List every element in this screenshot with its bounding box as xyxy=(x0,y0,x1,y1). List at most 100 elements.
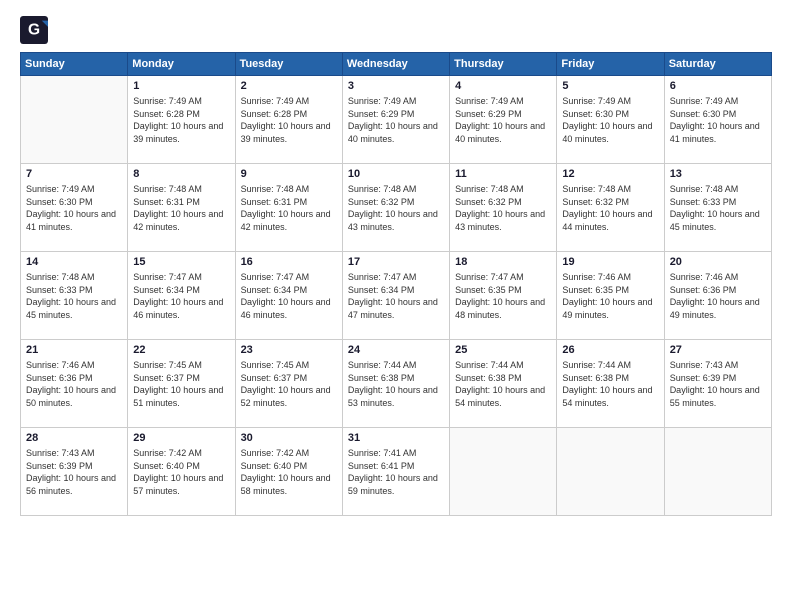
week-row-2: 7Sunrise: 7:49 AMSunset: 6:30 PMDaylight… xyxy=(21,164,772,252)
day-number: 15 xyxy=(133,256,229,268)
day-info: Sunrise: 7:49 AMSunset: 6:28 PMDaylight:… xyxy=(241,95,337,145)
day-number: 6 xyxy=(670,80,766,92)
day-number: 11 xyxy=(455,168,551,180)
calendar-cell: 14 Sunrise: 7:48 AMSunset: 6:33 PMDayligh… xyxy=(21,252,128,340)
day-number: 5 xyxy=(562,80,658,92)
day-info: Sunrise: 7:47 AMSunset: 6:35 PMDaylight:… xyxy=(455,271,551,321)
day-number: 8 xyxy=(133,168,229,180)
weekday-header-sunday: Sunday xyxy=(21,53,128,76)
day-number: 4 xyxy=(455,80,551,92)
day-number: 29 xyxy=(133,432,229,444)
day-number: 31 xyxy=(348,432,444,444)
day-info: Sunrise: 7:43 AMSunset: 6:39 PMDaylight:… xyxy=(670,359,766,409)
day-number: 9 xyxy=(241,168,337,180)
calendar-cell: 6 Sunrise: 7:49 AMSunset: 6:30 PMDaylight… xyxy=(664,76,771,164)
day-info: Sunrise: 7:48 AMSunset: 6:33 PMDaylight:… xyxy=(26,271,122,321)
calendar-page: G SundayMondayTuesdayWednesdayThursdayFr… xyxy=(0,0,792,612)
day-info: Sunrise: 7:41 AMSunset: 6:41 PMDaylight:… xyxy=(348,447,444,497)
svg-text:G: G xyxy=(28,22,40,39)
calendar-cell xyxy=(664,428,771,516)
calendar-cell: 29 Sunrise: 7:42 AMSunset: 6:40 PMDayligh… xyxy=(128,428,235,516)
day-info: Sunrise: 7:47 AMSunset: 6:34 PMDaylight:… xyxy=(133,271,229,321)
day-number: 20 xyxy=(670,256,766,268)
calendar-cell: 22 Sunrise: 7:45 AMSunset: 6:37 PMDayligh… xyxy=(128,340,235,428)
calendar-table: SundayMondayTuesdayWednesdayThursdayFrid… xyxy=(20,52,772,516)
calendar-cell: 12Sunrise: 7:48 AMSunset: 6:32 PMDayligh… xyxy=(557,164,664,252)
calendar-cell: 17Sunrise: 7:47 AMSunset: 6:34 PMDayligh… xyxy=(342,252,449,340)
week-row-4: 21 Sunrise: 7:46 AMSunset: 6:36 PMDayligh… xyxy=(21,340,772,428)
calendar-cell: 8 Sunrise: 7:48 AMSunset: 6:31 PMDaylight… xyxy=(128,164,235,252)
day-info: Sunrise: 7:44 AMSunset: 6:38 PMDaylight:… xyxy=(348,359,444,409)
day-info: Sunrise: 7:49 AMSunset: 6:28 PMDaylight:… xyxy=(133,95,229,145)
day-number: 21 xyxy=(26,344,122,356)
day-number: 23 xyxy=(241,344,337,356)
day-info: Sunrise: 7:48 AMSunset: 6:31 PMDaylight:… xyxy=(241,183,337,233)
calendar-cell: 3Sunrise: 7:49 AMSunset: 6:29 PMDaylight… xyxy=(342,76,449,164)
calendar-cell: 23 Sunrise: 7:45 AMSunset: 6:37 PMDayligh… xyxy=(235,340,342,428)
weekday-header-thursday: Thursday xyxy=(450,53,557,76)
calendar-cell: 26 Sunrise: 7:44 AMSunset: 6:38 PMDayligh… xyxy=(557,340,664,428)
calendar-cell: 30Sunrise: 7:42 AMSunset: 6:40 PMDayligh… xyxy=(235,428,342,516)
calendar-cell: 20 Sunrise: 7:46 AMSunset: 6:36 PMDayligh… xyxy=(664,252,771,340)
calendar-cell xyxy=(21,76,128,164)
day-info: Sunrise: 7:46 AMSunset: 6:35 PMDaylight:… xyxy=(562,271,658,321)
day-number: 3 xyxy=(348,80,444,92)
calendar-cell: 11 Sunrise: 7:48 AMSunset: 6:32 PMDayligh… xyxy=(450,164,557,252)
calendar-cell: 19 Sunrise: 7:46 AMSunset: 6:35 PMDayligh… xyxy=(557,252,664,340)
day-info: Sunrise: 7:47 AMSunset: 6:34 PMDaylight:… xyxy=(241,271,337,321)
logo: G xyxy=(20,16,52,44)
day-number: 18 xyxy=(455,256,551,268)
day-info: Sunrise: 7:45 AMSunset: 6:37 PMDaylight:… xyxy=(133,359,229,409)
day-number: 26 xyxy=(562,344,658,356)
calendar-cell: 18 Sunrise: 7:47 AMSunset: 6:35 PMDayligh… xyxy=(450,252,557,340)
day-number: 14 xyxy=(26,256,122,268)
day-number: 25 xyxy=(455,344,551,356)
day-number: 19 xyxy=(562,256,658,268)
weekday-header-saturday: Saturday xyxy=(664,53,771,76)
week-row-5: 28Sunrise: 7:43 AMSunset: 6:39 PMDayligh… xyxy=(21,428,772,516)
day-info: Sunrise: 7:45 AMSunset: 6:37 PMDaylight:… xyxy=(241,359,337,409)
calendar-cell: 15 Sunrise: 7:47 AMSunset: 6:34 PMDayligh… xyxy=(128,252,235,340)
day-number: 22 xyxy=(133,344,229,356)
weekday-header-monday: Monday xyxy=(128,53,235,76)
header: G xyxy=(20,16,772,44)
day-info: Sunrise: 7:48 AMSunset: 6:32 PMDaylight:… xyxy=(348,183,444,233)
day-info: Sunrise: 7:49 AMSunset: 6:29 PMDaylight:… xyxy=(455,95,551,145)
day-info: Sunrise: 7:44 AMSunset: 6:38 PMDaylight:… xyxy=(562,359,658,409)
calendar-cell: 27Sunrise: 7:43 AMSunset: 6:39 PMDayligh… xyxy=(664,340,771,428)
day-info: Sunrise: 7:48 AMSunset: 6:32 PMDaylight:… xyxy=(455,183,551,233)
day-number: 30 xyxy=(241,432,337,444)
calendar-cell: 28Sunrise: 7:43 AMSunset: 6:39 PMDayligh… xyxy=(21,428,128,516)
calendar-cell: 1 Sunrise: 7:49 AMSunset: 6:28 PMDaylight… xyxy=(128,76,235,164)
week-row-3: 14 Sunrise: 7:48 AMSunset: 6:33 PMDayligh… xyxy=(21,252,772,340)
day-info: Sunrise: 7:46 AMSunset: 6:36 PMDaylight:… xyxy=(26,359,122,409)
day-number: 10 xyxy=(348,168,444,180)
calendar-cell: 31 Sunrise: 7:41 AMSunset: 6:41 PMDayligh… xyxy=(342,428,449,516)
weekday-header-row: SundayMondayTuesdayWednesdayThursdayFrid… xyxy=(21,53,772,76)
day-info: Sunrise: 7:48 AMSunset: 6:32 PMDaylight:… xyxy=(562,183,658,233)
day-info: Sunrise: 7:44 AMSunset: 6:38 PMDaylight:… xyxy=(455,359,551,409)
day-info: Sunrise: 7:48 AMSunset: 6:33 PMDaylight:… xyxy=(670,183,766,233)
day-number: 13 xyxy=(670,168,766,180)
calendar-cell: 10 Sunrise: 7:48 AMSunset: 6:32 PMDayligh… xyxy=(342,164,449,252)
day-info: Sunrise: 7:48 AMSunset: 6:31 PMDaylight:… xyxy=(133,183,229,233)
day-number: 2 xyxy=(241,80,337,92)
logo-icon: G xyxy=(20,16,48,44)
day-info: Sunrise: 7:49 AMSunset: 6:30 PMDaylight:… xyxy=(562,95,658,145)
calendar-cell: 7Sunrise: 7:49 AMSunset: 6:30 PMDaylight… xyxy=(21,164,128,252)
weekday-header-tuesday: Tuesday xyxy=(235,53,342,76)
weekday-header-friday: Friday xyxy=(557,53,664,76)
day-info: Sunrise: 7:49 AMSunset: 6:30 PMDaylight:… xyxy=(670,95,766,145)
calendar-cell: 2 Sunrise: 7:49 AMSunset: 6:28 PMDaylight… xyxy=(235,76,342,164)
calendar-cell: 5 Sunrise: 7:49 AMSunset: 6:30 PMDaylight… xyxy=(557,76,664,164)
calendar-cell: 16 Sunrise: 7:47 AMSunset: 6:34 PMDayligh… xyxy=(235,252,342,340)
day-number: 1 xyxy=(133,80,229,92)
calendar-cell: 21 Sunrise: 7:46 AMSunset: 6:36 PMDayligh… xyxy=(21,340,128,428)
day-info: Sunrise: 7:46 AMSunset: 6:36 PMDaylight:… xyxy=(670,271,766,321)
calendar-cell: 4 Sunrise: 7:49 AMSunset: 6:29 PMDaylight… xyxy=(450,76,557,164)
week-row-1: 1 Sunrise: 7:49 AMSunset: 6:28 PMDaylight… xyxy=(21,76,772,164)
day-number: 16 xyxy=(241,256,337,268)
calendar-cell xyxy=(450,428,557,516)
day-info: Sunrise: 7:42 AMSunset: 6:40 PMDaylight:… xyxy=(133,447,229,497)
day-number: 24 xyxy=(348,344,444,356)
